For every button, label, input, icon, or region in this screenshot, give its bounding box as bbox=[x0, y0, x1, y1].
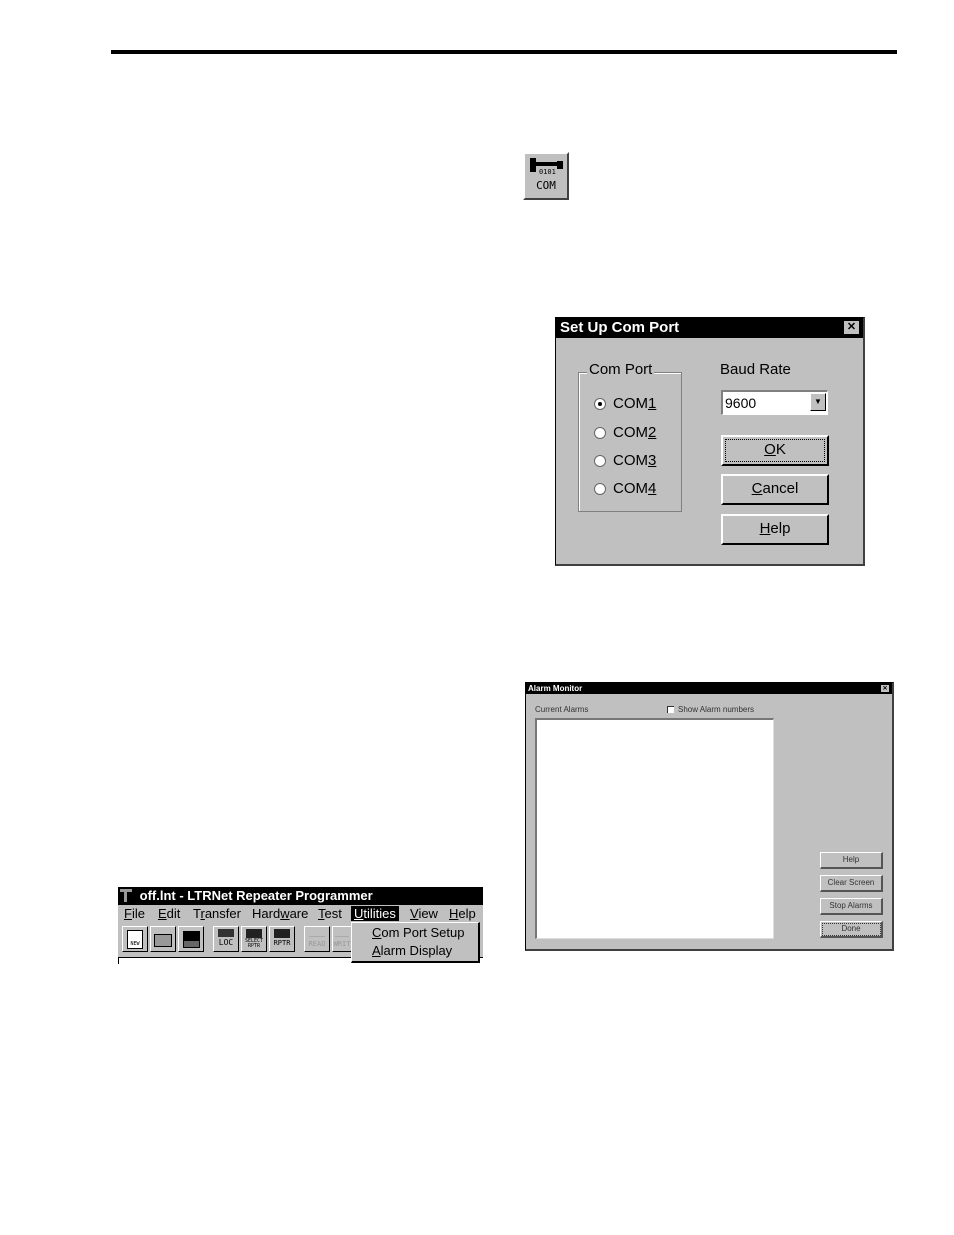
radio-com1[interactable]: COM 1 bbox=[594, 395, 656, 412]
baud-rate-label: Baud Rate bbox=[720, 361, 791, 378]
app-title: off.lnt - LTRNet Repeater Programmer bbox=[139, 888, 373, 903]
dialog-title: Set Up Com Port bbox=[560, 319, 680, 336]
menu-hardware[interactable]: Hardware bbox=[252, 906, 308, 921]
app-icon bbox=[120, 889, 132, 902]
menu-item-alarm-display[interactable]: Alarm Display bbox=[372, 943, 452, 958]
write-icon bbox=[335, 930, 349, 937]
floppy-disk-icon bbox=[182, 931, 200, 948]
menu-bar: File Edit Transfer Hardware Test Utiliti… bbox=[118, 905, 483, 923]
radio-com2[interactable]: COM 2 bbox=[594, 424, 656, 441]
repeater-programmer-window: off.lnt - LTRNet Repeater Programmer Fil… bbox=[118, 887, 483, 964]
read-button[interactable]: READ bbox=[304, 926, 330, 952]
stop-alarms-button[interactable]: Stop Alarms bbox=[820, 898, 883, 915]
menu-edit[interactable]: Edit bbox=[158, 906, 180, 921]
show-alarm-numbers-checkbox[interactable]: Show Alarm numbers bbox=[667, 705, 754, 714]
close-button[interactable]: ✕ bbox=[843, 320, 860, 335]
radio-selected-icon bbox=[594, 397, 606, 410]
alarm-help-button[interactable]: Help bbox=[820, 852, 883, 869]
alarm-list-box[interactable] bbox=[535, 718, 774, 939]
radio-unselected-icon bbox=[594, 454, 606, 467]
menu-view[interactable]: View bbox=[410, 906, 438, 921]
read-icon bbox=[309, 930, 325, 937]
repeater-button[interactable]: RPTR bbox=[269, 926, 295, 952]
alarm-title-bar: Alarm Monitor ✕ bbox=[526, 683, 892, 694]
menu-item-com-port-setup[interactable]: Com Port Setup bbox=[372, 925, 465, 940]
menu-utilities[interactable]: Utilities bbox=[351, 906, 399, 921]
radio-com3[interactable]: COM 3 bbox=[594, 452, 656, 469]
menu-help[interactable]: Help bbox=[449, 906, 476, 921]
write-button[interactable]: WRIT bbox=[332, 926, 352, 952]
menu-test[interactable]: Test bbox=[318, 906, 342, 921]
com-setup-dialog: Set Up Com Port ✕ Com Port COM 1 COM 2 COM… bbox=[555, 317, 865, 566]
menu-file[interactable]: File bbox=[124, 906, 145, 921]
ok-button[interactable]: OK bbox=[721, 435, 829, 466]
repeater-icon bbox=[246, 929, 262, 938]
page-top-rule bbox=[111, 50, 897, 54]
done-button[interactable]: Done bbox=[820, 921, 883, 938]
cancel-button[interactable]: Cancel bbox=[721, 474, 829, 505]
alarm-monitor-window: Alarm Monitor ✕ Current Alarms Show Alar… bbox=[525, 682, 894, 951]
help-button[interactable]: Help bbox=[721, 514, 829, 545]
binary-bits-text: 0101 bbox=[539, 168, 556, 175]
clear-screen-button[interactable]: Clear Screen bbox=[820, 875, 883, 892]
radio-unselected-icon bbox=[594, 426, 606, 439]
chevron-down-icon[interactable]: ▼ bbox=[810, 393, 826, 411]
select-repeater-button[interactable]: SELECT RPTR bbox=[241, 926, 267, 952]
save-file-button[interactable] bbox=[178, 926, 204, 952]
baud-rate-select[interactable]: 9600 ▼ bbox=[721, 390, 828, 415]
loc-icon bbox=[218, 929, 234, 937]
app-title-bar: off.lnt - LTRNet Repeater Programmer bbox=[118, 887, 483, 905]
new-file-button[interactable]: NEW bbox=[122, 926, 148, 952]
com-port-group-label: Com Port bbox=[587, 361, 655, 378]
com-icon-label: COM bbox=[536, 179, 556, 192]
dialog-title-bar: Set Up Com Port ✕ bbox=[556, 318, 863, 338]
alarm-close-button[interactable]: ✕ bbox=[880, 684, 890, 693]
open-file-button[interactable] bbox=[150, 926, 176, 952]
utilities-dropdown-menu: Com Port Setup Alarm Display bbox=[351, 922, 480, 963]
open-folder-icon bbox=[154, 934, 172, 947]
plug-connector-icon: 0101 bbox=[530, 158, 563, 175]
alarm-title: Alarm Monitor bbox=[528, 684, 583, 693]
checkbox-icon bbox=[667, 706, 674, 713]
repeater-icon bbox=[274, 929, 290, 938]
com-port-toolbar-button[interactable]: 0101 COM bbox=[523, 152, 569, 200]
close-icon: ✕ bbox=[882, 686, 888, 692]
close-icon: ✕ bbox=[846, 321, 857, 333]
current-alarms-label: Current Alarms bbox=[535, 705, 589, 714]
loc-button[interactable]: LOC bbox=[213, 926, 239, 952]
radio-unselected-icon bbox=[594, 482, 606, 495]
baud-rate-value: 9600 bbox=[725, 395, 757, 411]
menu-transfer[interactable]: Transfer bbox=[193, 906, 241, 921]
new-document-icon: NEW bbox=[127, 930, 143, 949]
radio-com4[interactable]: COM 4 bbox=[594, 480, 656, 497]
